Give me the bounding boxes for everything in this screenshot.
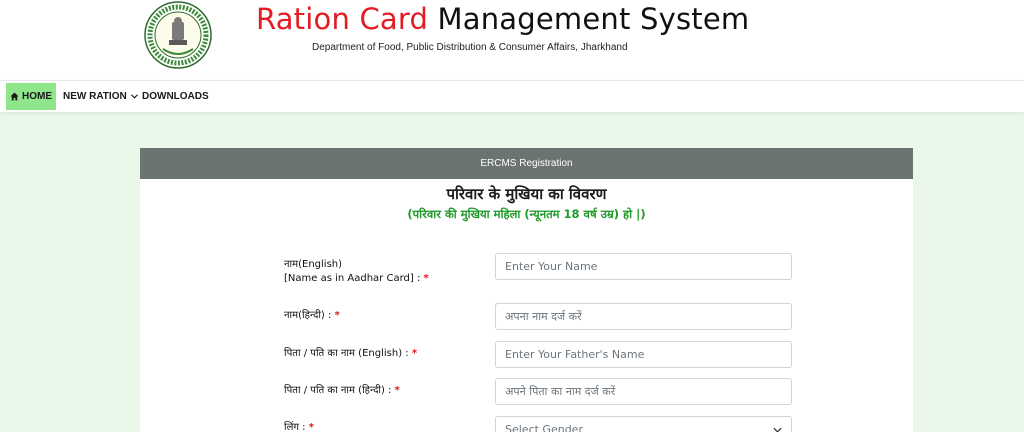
name-hindi-label-text: नाम(हिन्दी) : [284, 310, 332, 321]
site-header: Ration Card Management System Department… [0, 0, 1024, 80]
jharkhand-emblem-icon [144, 1, 212, 69]
father-english-label-text: पिता / पति का नाम (English) : [284, 348, 409, 359]
required-mark: * [411, 348, 418, 359]
nav-home-label: HOME [22, 91, 52, 102]
father-hindi-placeholder: अपने पिता का नाम दर्ज करें [505, 385, 616, 398]
required-mark: * [334, 310, 340, 321]
father-hindi-label: पिता / पति का नाम (हिन्दी) : * [284, 384, 400, 398]
gender-label-text: लिंग : [284, 422, 306, 432]
name-english-placeholder: Enter Your Name [505, 260, 598, 273]
form-heading: परिवार के मुखिया का विवरण [446, 185, 607, 203]
gender-label: लिंग : * [284, 421, 314, 432]
site-title: Ration Card Management System [256, 2, 749, 36]
chevron-down-icon [130, 94, 138, 99]
father-hindi-label-text: पिता / पति का नाम (हिन्दी) : [284, 385, 392, 396]
required-mark: * [423, 273, 429, 284]
father-hindi-input[interactable]: अपने पिता का नाम दर्ज करें [495, 378, 792, 405]
nav-home[interactable]: HOME [6, 83, 56, 110]
father-english-input[interactable]: Enter Your Father's Name [495, 341, 792, 368]
site-title-black: Management System [437, 2, 750, 36]
required-mark: * [308, 422, 314, 432]
nav-downloads-label: DOWNLOADS [142, 91, 209, 102]
father-english-placeholder: Enter Your Father's Name [505, 348, 645, 361]
main-navbar: HOME NEW RATION DOWNLOADS [0, 80, 1024, 112]
gender-select-value: Select Gender [505, 423, 583, 432]
name-english-label-line2: [Name as in Aadhar Card] : [284, 273, 421, 284]
required-mark: * [394, 385, 400, 396]
nav-new-ration[interactable]: NEW RATION [63, 83, 138, 110]
name-hindi-input[interactable]: अपना नाम दर्ज करें [495, 303, 792, 330]
name-english-label-line1: नाम(English) [284, 259, 343, 270]
name-hindi-label: नाम(हिन्दी) : * [284, 309, 340, 323]
home-icon [10, 92, 19, 101]
chevron-down-icon [773, 427, 782, 432]
panel-title: ERCMS Registration [140, 148, 913, 179]
nav-downloads[interactable]: DOWNLOADS [142, 83, 209, 110]
name-hindi-placeholder: अपना नाम दर्ज करें [505, 310, 582, 323]
nav-new-ration-label: NEW RATION [63, 91, 127, 102]
site-subtitle: Department of Food, Public Distribution … [312, 42, 628, 53]
name-english-label: नाम(English) [Name as in Aadhar Card] : … [284, 258, 429, 286]
name-english-input[interactable]: Enter Your Name [495, 253, 792, 280]
site-title-red: Ration Card [256, 2, 429, 36]
gender-select[interactable]: Select Gender [495, 416, 792, 432]
father-english-label: पिता / पति का नाम (English) : * [284, 347, 417, 361]
form-note: (परिवार की मुखिया महिला (न्यूनतम 18 वर्ष… [407, 207, 646, 221]
